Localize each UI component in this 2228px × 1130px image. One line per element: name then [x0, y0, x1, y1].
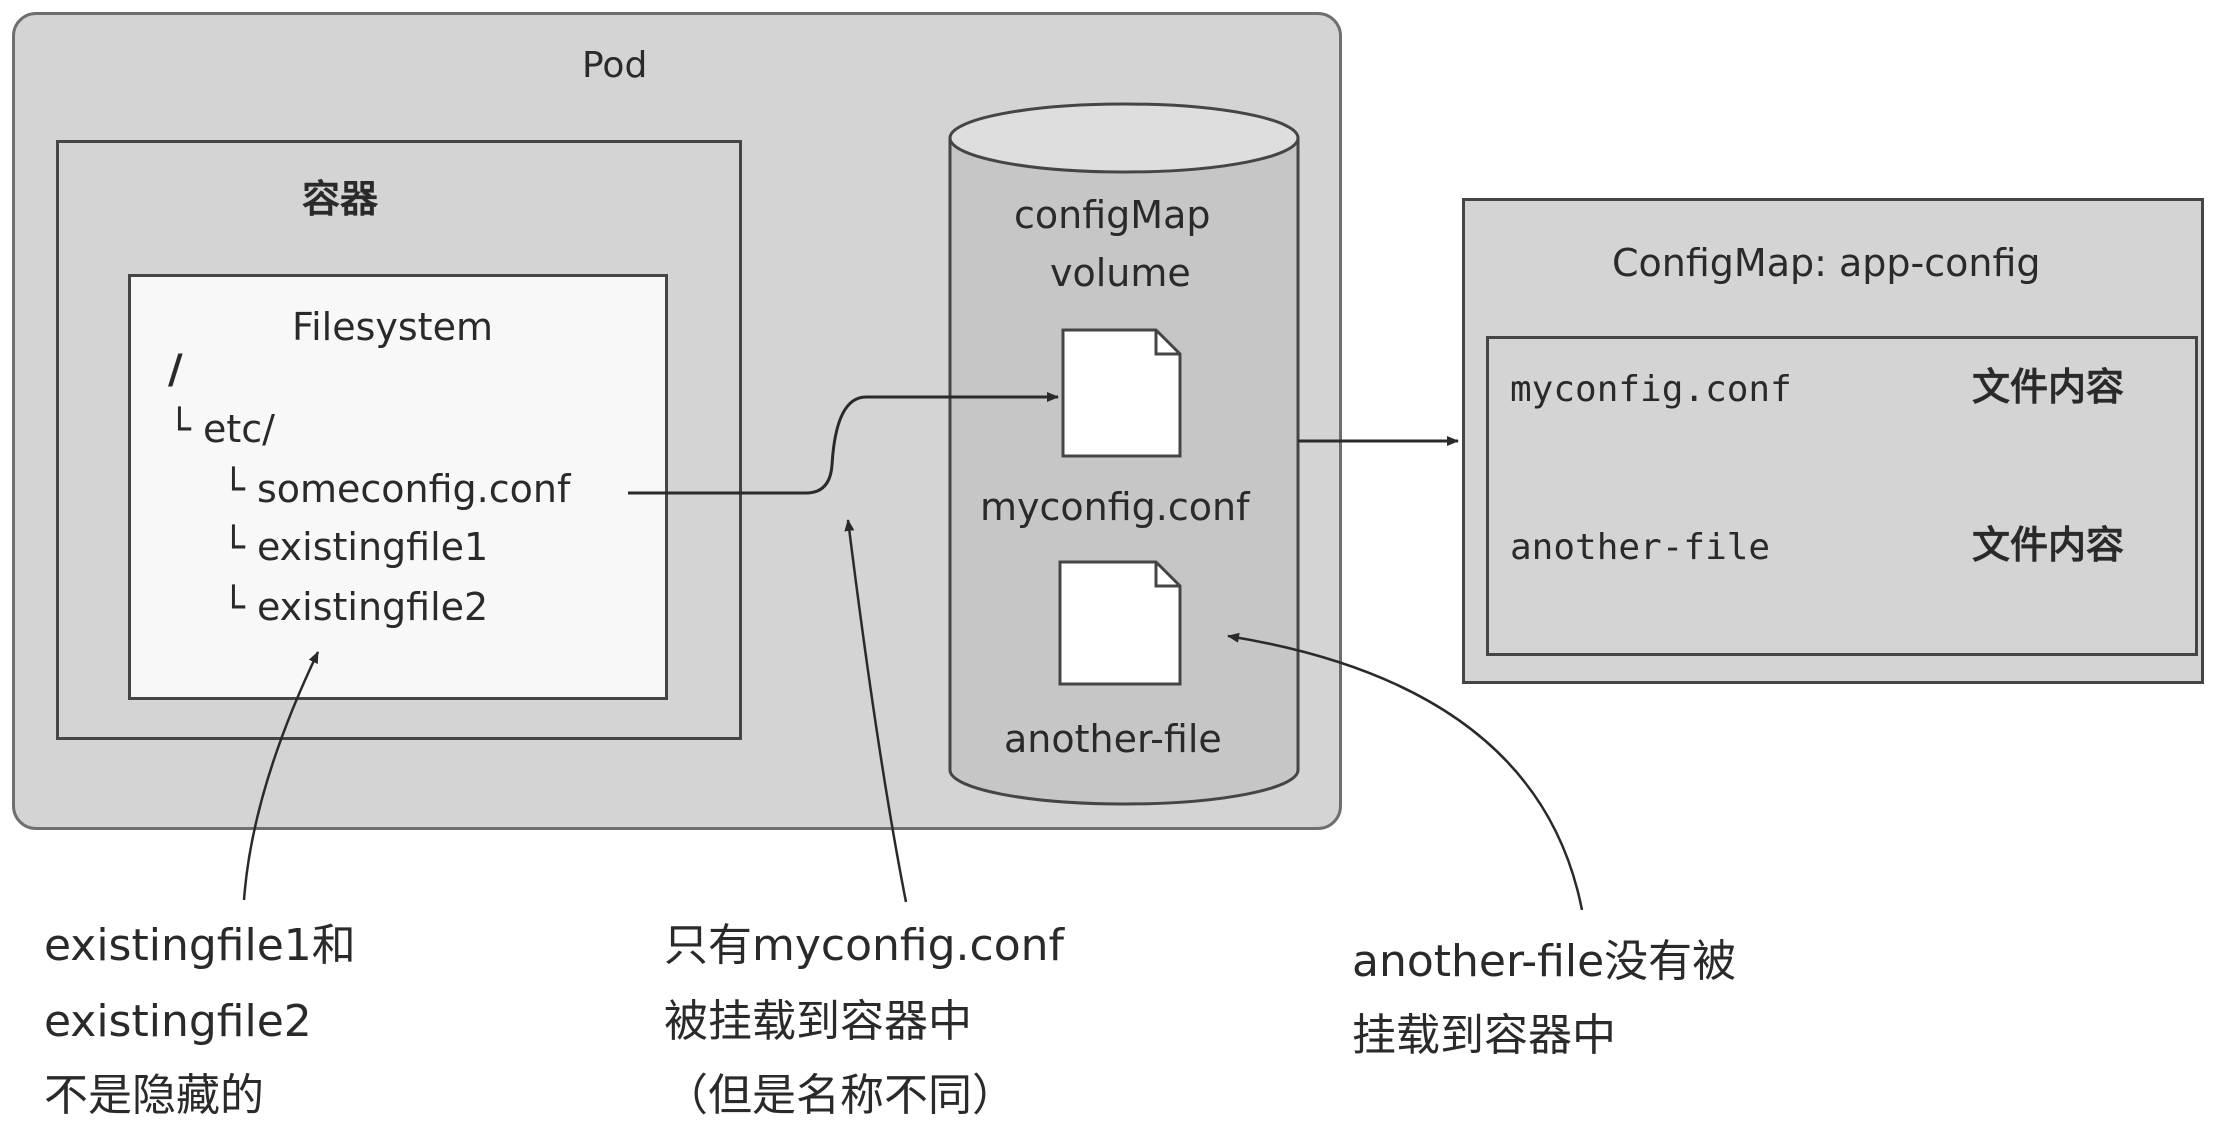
- annotation-left-line2: existingfile2: [44, 996, 312, 1047]
- file-icon: [1058, 560, 1182, 686]
- annotation-right-line1: another-file没有被: [1352, 936, 1737, 987]
- annotation-arrow-middle: [844, 519, 908, 903]
- configmap-value-2: 文件内容: [1972, 523, 2125, 567]
- volume-file-another: another-file: [1004, 717, 1222, 761]
- volume-file-myconfig: myconfig.conf: [980, 485, 1250, 529]
- configmap-title: ConfigMap: app-config: [1612, 241, 2041, 285]
- configmap-value-1: 文件内容: [1972, 365, 2125, 409]
- volume-label-line1: configMap: [1014, 193, 1211, 237]
- annotation-left-line1: existingfile1和: [44, 920, 356, 971]
- annotation-middle-line2: 被挂载到容器中: [664, 996, 972, 1047]
- annotation-right-line2: 挂载到容器中: [1352, 1010, 1616, 1061]
- configmap-key-2: another-file: [1510, 527, 1771, 568]
- annotation-middle-line1: 只有myconfig.conf: [664, 920, 1065, 971]
- annotation-left-line3: 不是隐藏的: [44, 1070, 264, 1121]
- configmap-key-1: myconfig.conf: [1510, 369, 1792, 410]
- annotation-middle-line3: （但是名称不同）: [664, 1070, 1016, 1121]
- file-icon: [1061, 328, 1182, 458]
- volume-label-line2: volume: [1050, 251, 1191, 295]
- annotation-arrow-left: [242, 651, 320, 901]
